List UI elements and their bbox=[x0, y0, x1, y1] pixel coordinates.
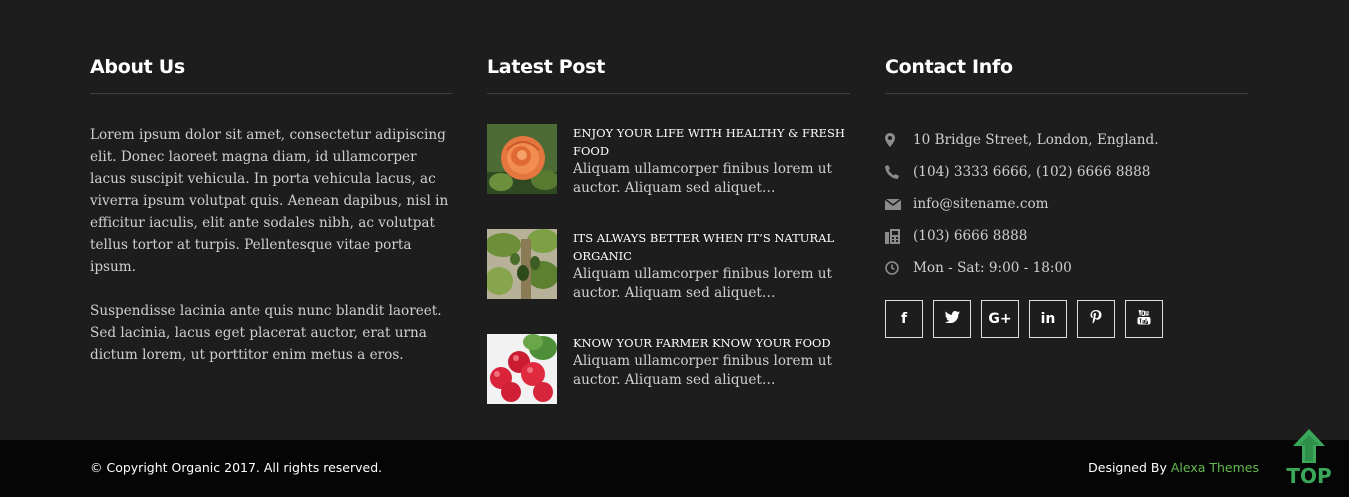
latest-post-column: Latest Post ENJOY YOUR LIFE WITH HEALTHY… bbox=[487, 56, 850, 439]
post-excerpt: Aliquam ullamcorper finibus lorem ut auc… bbox=[573, 353, 833, 388]
contact-phone: (104) 3333 6666, (102) 6666 8888 bbox=[885, 156, 1248, 188]
post-body: Its always better when it’s natural orga… bbox=[573, 229, 853, 303]
facebook-icon: f bbox=[900, 311, 908, 327]
clock-icon bbox=[885, 261, 913, 275]
designed-by: Designed By Alexa Themes bbox=[1088, 460, 1259, 475]
post-list: Enjoy your life with healthy & fresh foo… bbox=[487, 124, 850, 439]
twitter-button[interactable] bbox=[933, 300, 971, 338]
post-title-link[interactable]: Know your farmer know your food bbox=[573, 334, 853, 352]
youtube-button[interactable] bbox=[1125, 300, 1163, 338]
post-excerpt: Aliquam ullamcorper finibus lorem ut auc… bbox=[573, 161, 833, 196]
social-links: f G+ in bbox=[885, 300, 1248, 338]
post-title-link[interactable]: Enjoy your life with healthy & fresh foo… bbox=[573, 124, 853, 160]
post-thumbnail-papaya-tree[interactable] bbox=[487, 229, 557, 299]
post-excerpt: Aliquam ullamcorper finibus lorem ut auc… bbox=[573, 266, 833, 301]
linkedin-button[interactable]: in bbox=[1029, 300, 1067, 338]
post-thumbnail-radishes[interactable] bbox=[487, 334, 557, 404]
designer-link[interactable]: Alexa Themes bbox=[1171, 460, 1259, 475]
contact-email-link[interactable]: info@sitename.com bbox=[913, 196, 1049, 212]
google-plus-button[interactable]: G+ bbox=[981, 300, 1019, 338]
contact-hours: Mon - Sat: 9:00 - 18:00 bbox=[885, 252, 1248, 284]
copyright-text: © Copyright Organic 2017. All rights res… bbox=[90, 460, 383, 475]
map-marker-icon bbox=[885, 133, 913, 147]
pinterest-button[interactable] bbox=[1077, 300, 1115, 338]
google-plus-icon: G+ bbox=[988, 311, 1012, 327]
back-to-top-button[interactable]: TOP bbox=[1281, 428, 1337, 494]
contact-phone-text: (104) 3333 6666, (102) 6666 8888 bbox=[913, 164, 1151, 180]
latest-post-title: Latest Post bbox=[487, 56, 850, 94]
post-title-link[interactable]: Its always better when it’s natural orga… bbox=[573, 229, 853, 265]
contact-hours-text: Mon - Sat: 9:00 - 18:00 bbox=[913, 260, 1072, 276]
post-body: Enjoy your life with healthy & fresh foo… bbox=[573, 124, 853, 198]
post-item: Enjoy your life with healthy & fresh foo… bbox=[487, 124, 850, 229]
contact-column: Contact Info 10 Bridge Street, London, E… bbox=[885, 56, 1248, 338]
fax-icon bbox=[885, 228, 913, 244]
contact-email: info@sitename.com bbox=[885, 188, 1248, 220]
contact-address: 10 Bridge Street, London, England. bbox=[885, 124, 1248, 156]
pinterest-icon bbox=[1090, 309, 1102, 329]
youtube-icon bbox=[1137, 309, 1151, 329]
contact-address-text: 10 Bridge Street, London, England. bbox=[913, 132, 1159, 148]
contact-title: Contact Info bbox=[885, 56, 1248, 94]
twitter-icon bbox=[944, 311, 960, 327]
about-text: Lorem ipsum dolor sit amet, consectetur … bbox=[90, 124, 452, 366]
back-to-top-label: TOP bbox=[1286, 464, 1332, 488]
phone-icon bbox=[885, 165, 913, 179]
facebook-button[interactable]: f bbox=[885, 300, 923, 338]
post-item: Its always better when it’s natural orga… bbox=[487, 229, 850, 334]
post-item: Know your farmer know your food Aliquam … bbox=[487, 334, 850, 439]
designed-by-label: Designed By bbox=[1088, 460, 1167, 475]
post-thumbnail-rose-food[interactable] bbox=[487, 124, 557, 194]
about-column: About Us Lorem ipsum dolor sit amet, con… bbox=[90, 56, 452, 366]
about-paragraph: Lorem ipsum dolor sit amet, consectetur … bbox=[90, 127, 449, 275]
post-body: Know your farmer know your food Aliquam … bbox=[573, 334, 853, 390]
contact-list: 10 Bridge Street, London, England. (104)… bbox=[885, 124, 1248, 284]
about-title: About Us bbox=[90, 56, 452, 94]
linkedin-icon: in bbox=[1040, 311, 1056, 327]
arrow-up-icon bbox=[1291, 428, 1327, 468]
contact-fax: (103) 6666 8888 bbox=[885, 220, 1248, 252]
footer-bottom-bar: © Copyright Organic 2017. All rights res… bbox=[0, 440, 1349, 497]
footer-main: About Us Lorem ipsum dolor sit amet, con… bbox=[0, 0, 1349, 440]
about-paragraph: Suspendisse lacinia ante quis nunc bland… bbox=[90, 303, 442, 363]
envelope-icon bbox=[885, 198, 913, 210]
contact-fax-text: (103) 6666 8888 bbox=[913, 228, 1028, 244]
